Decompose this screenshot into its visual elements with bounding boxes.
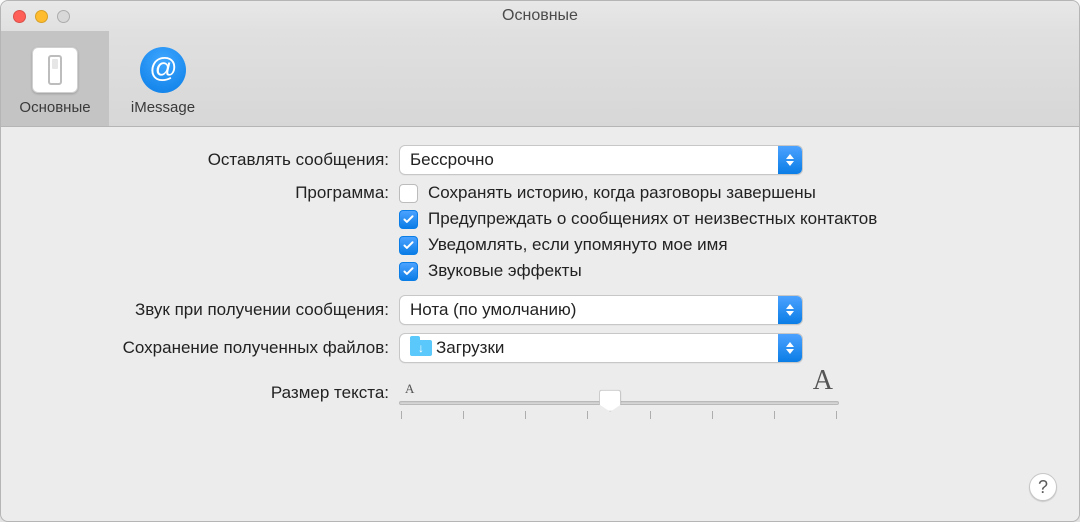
notify-mention-checkbox[interactable] (399, 236, 418, 255)
select-stepper-icon (778, 296, 802, 324)
save-history-checkbox[interactable] (399, 184, 418, 203)
tab-general[interactable]: Основные (1, 31, 109, 126)
window-title: Основные (1, 1, 1079, 31)
receive-sound-label: Звук при получении сообщения: (25, 300, 399, 320)
slider-thumb[interactable] (599, 390, 621, 412)
slider-ticks (399, 411, 839, 419)
text-size-small-icon: A (405, 382, 414, 395)
general-preferences-icon (32, 47, 78, 93)
preferences-content: Оставлять сообщения: Бессрочно Программа… (1, 127, 1079, 521)
warn-unknown-label[interactable]: Предупреждать о сообщениях от неизвестны… (428, 209, 877, 229)
text-size-large-icon: A (813, 367, 833, 395)
sound-effects-checkbox[interactable] (399, 262, 418, 281)
tab-imessage[interactable]: @ iMessage (109, 31, 217, 126)
keep-messages-label: Оставлять сообщения: (25, 150, 399, 170)
tab-general-label: Основные (19, 100, 90, 115)
save-files-select[interactable]: Загрузки (399, 333, 803, 363)
check-icon (402, 213, 415, 226)
sound-effects-label[interactable]: Звуковые эффекты (428, 261, 582, 281)
check-icon (402, 265, 415, 278)
receive-sound-value: Нота (по умолчанию) (410, 300, 576, 320)
folder-icon (410, 340, 432, 356)
minimize-window-button[interactable] (35, 10, 48, 23)
slider-track[interactable] (399, 401, 839, 405)
notify-mention-label[interactable]: Уведомлять, если упомянуто мое имя (428, 235, 728, 255)
help-button[interactable]: ? (1029, 473, 1057, 501)
check-icon (402, 239, 415, 252)
select-stepper-icon (778, 146, 802, 174)
close-window-button[interactable] (13, 10, 26, 23)
tab-imessage-label: iMessage (131, 100, 195, 115)
preferences-window: Основные Основные @ iMessage Оставлять с… (0, 0, 1080, 522)
save-files-label: Сохранение полученных файлов: (25, 338, 399, 358)
question-mark-icon: ? (1038, 477, 1048, 498)
preferences-toolbar: Основные @ iMessage (1, 31, 1079, 127)
window-controls (13, 10, 70, 23)
at-sign-icon: @ (140, 47, 186, 93)
application-label: Программа: (25, 183, 399, 203)
receive-sound-select[interactable]: Нота (по умолчанию) (399, 295, 803, 325)
keep-messages-value: Бессрочно (410, 150, 494, 170)
save-history-label[interactable]: Сохранять историю, когда разговоры завер… (428, 183, 816, 203)
select-stepper-icon (778, 334, 802, 362)
keep-messages-select[interactable]: Бессрочно (399, 145, 803, 175)
text-size-label: Размер текста: (25, 379, 399, 403)
text-size-slider[interactable]: A A (399, 379, 839, 419)
zoom-window-button[interactable] (57, 10, 70, 23)
warn-unknown-checkbox[interactable] (399, 210, 418, 229)
save-files-value: Загрузки (436, 338, 504, 358)
titlebar: Основные (1, 1, 1079, 31)
